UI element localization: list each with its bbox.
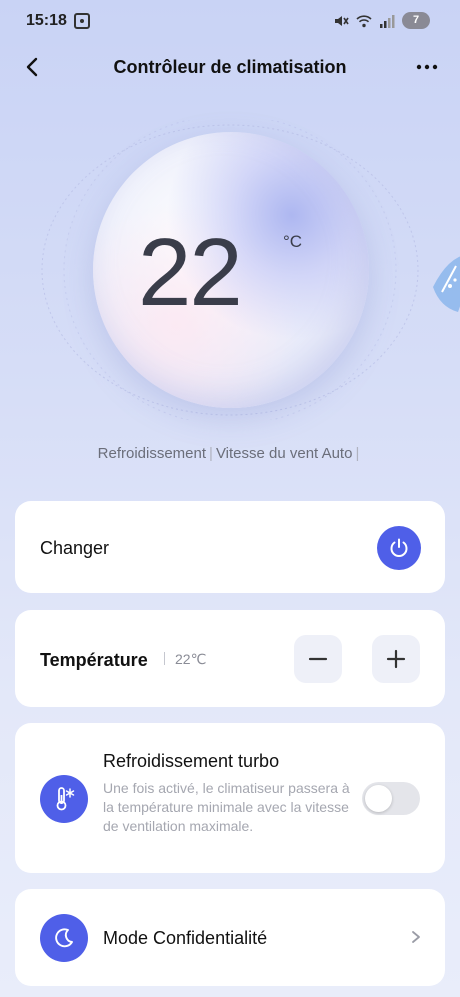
page-title: Contrôleur de climatisation [113,57,347,77]
turbo-cooling-card: Refroidissement turbo Une fois activé, l… [15,723,445,873]
chevron-right-icon [412,931,420,943]
turbo-description: Une fois activé, le climatiseur passera … [103,780,350,834]
moon-icon [55,928,73,948]
side-mode-badge-icon [433,256,460,312]
status-icons: 7 [333,12,430,29]
mode-summary: Refroidissement | Vitesse du vent Auto | [0,445,460,462]
power-icon [390,538,408,557]
nav-bar: Contrôleur de climatisation [0,44,460,90]
plus-icon [386,649,406,669]
temperature-unit: °C [283,232,303,251]
turbo-icon-badge [40,775,88,823]
temperature-label: Température [40,650,148,670]
more-options-button[interactable] [412,52,442,82]
turbo-title: Refroidissement turbo [103,751,280,771]
mode-separator: | [209,445,213,462]
privacy-mode-card[interactable]: Mode Confidentialité [15,889,445,986]
privacy-mode-label: Mode Confidentialité [103,928,268,948]
screen-record-icon [74,13,90,29]
privacy-icon-badge [40,914,88,962]
battery-icon: 7 [402,12,430,29]
increase-temperature-button[interactable] [372,635,420,683]
decrease-temperature-button[interactable] [294,635,342,683]
temperature-card: Température 22℃ [15,610,445,707]
power-button[interactable] [377,526,421,570]
fan-speed-label: Vitesse du vent Auto [215,445,353,462]
temperature-setpoint: 22℃ [175,651,207,667]
power-card: Changer [15,501,445,593]
mode-label: Refroidissement [97,445,207,462]
mute-icon [335,15,349,26]
turbo-toggle[interactable] [362,782,420,815]
signal-icon [380,14,395,28]
status-time: 15:18 [26,12,67,29]
thermometer-snow-icon [56,787,75,811]
minus-icon [308,657,328,661]
fan-separator: | [355,445,360,462]
current-temperature: 22 [138,219,243,326]
power-label: Changer [40,538,110,558]
toggle-knob [365,785,392,812]
status-bar: 15:18 7 [0,0,460,44]
wifi-icon [356,14,372,27]
temperature-divider [164,652,165,665]
